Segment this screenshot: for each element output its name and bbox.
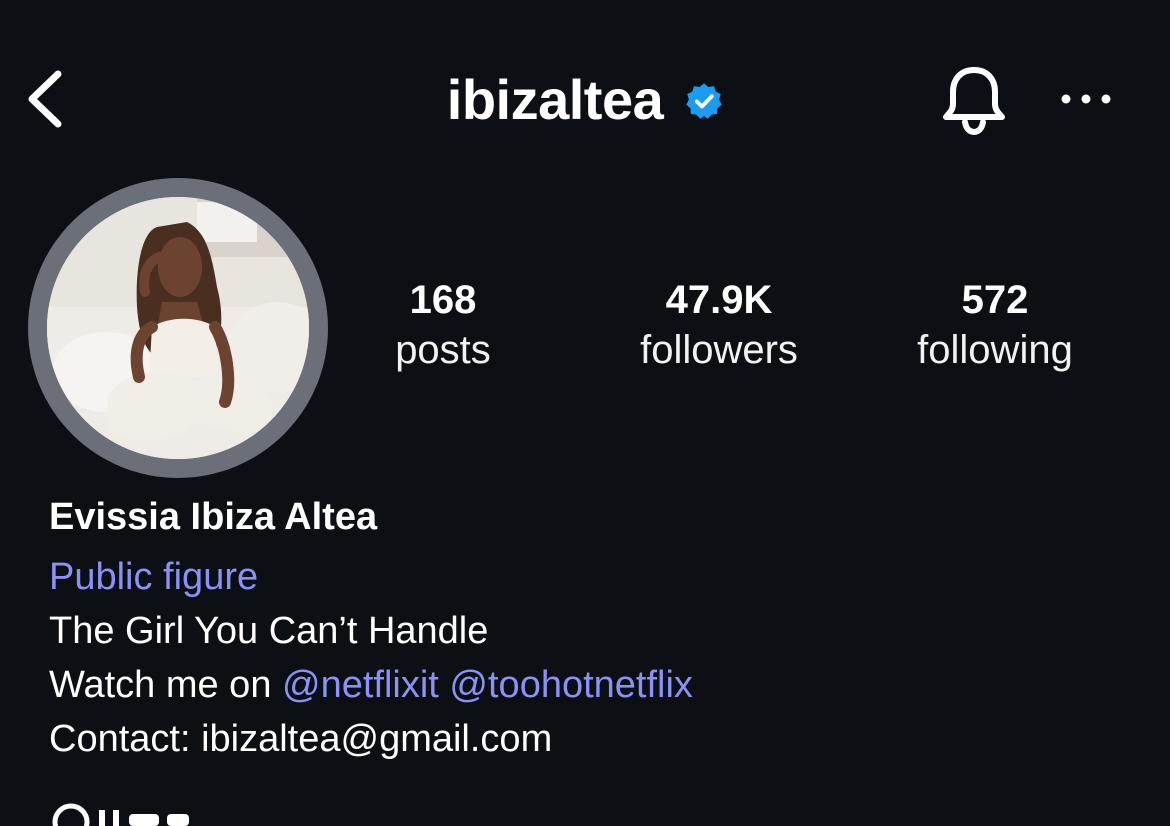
- bio-line-mentions: Watch me on @netflixit @toohotnetflix: [49, 660, 693, 710]
- profile-full-name: Evissia Ibiza Altea: [49, 496, 378, 538]
- threads-icon: [52, 803, 189, 826]
- chevron-left-icon: [28, 70, 62, 128]
- more-horizontal-icon: [1061, 94, 1111, 104]
- notifications-button[interactable]: [938, 62, 1010, 138]
- mention-link-toohotnetflix[interactable]: @toohotnetflix: [449, 664, 693, 706]
- username-title: ibizaltea: [446, 67, 664, 131]
- following-count[interactable]: 572 following: [875, 276, 1115, 376]
- bio-contact-line: Contact: ibizaltea@gmail.com: [49, 718, 553, 760]
- verified-badge-icon: [686, 83, 722, 119]
- threads-link-partial[interactable]: [49, 796, 269, 826]
- posts-count-value: 168: [409, 278, 477, 322]
- bell-icon: [943, 67, 1005, 136]
- back-button[interactable]: [20, 64, 80, 134]
- more-options-button[interactable]: [1055, 80, 1119, 120]
- followers-count-value: 47.9K: [665, 278, 773, 322]
- posts-count[interactable]: 168 posts: [323, 276, 563, 376]
- mention-link-netflixit[interactable]: @netflixit: [282, 664, 439, 706]
- avatar-photo-illustration: [47, 197, 309, 459]
- following-count-value: 572: [961, 278, 1029, 322]
- profile-category[interactable]: Public figure: [49, 552, 258, 602]
- bio-line: The Girl You Can’t Handle: [49, 610, 489, 652]
- followers-count-label: followers: [640, 328, 798, 372]
- followers-count[interactable]: 47.9K followers: [599, 276, 839, 376]
- profile-avatar[interactable]: [47, 197, 309, 459]
- following-count-label: following: [917, 328, 1073, 372]
- posts-count-label: posts: [395, 328, 491, 372]
- bio-watch-text: Watch me on: [49, 664, 283, 706]
